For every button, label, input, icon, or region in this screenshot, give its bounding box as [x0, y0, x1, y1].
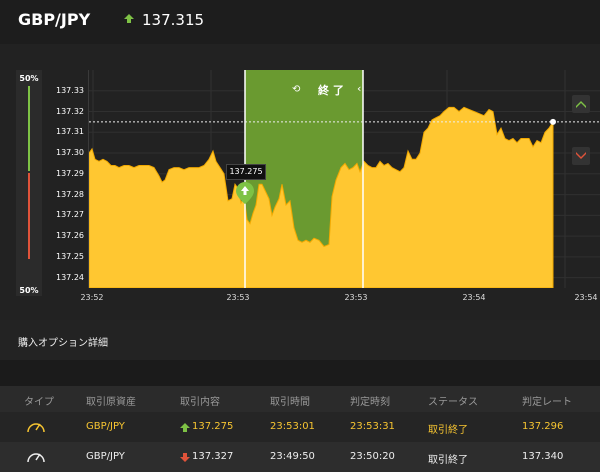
band-end-label: 終 了 — [318, 84, 344, 97]
y-tick-label: 137.33 — [56, 85, 84, 95]
up-arrow-icon — [124, 14, 134, 23]
meter-bottom-label: 50% — [19, 286, 39, 295]
section-header: 購入オプション詳細 — [0, 320, 600, 360]
cell-rate: 137.340 — [522, 451, 564, 462]
x-tick-label: 23:53 — [226, 293, 250, 302]
entry-marker-icon — [236, 182, 254, 204]
th-rate: 判定レート — [522, 397, 572, 408]
section-title: 購入オプション詳細 — [18, 338, 108, 349]
y-tick-label: 137.24 — [56, 272, 84, 282]
table-row[interactable]: GBP/JPY 137.275 23:53:01 23:53:31 取引終了 1… — [0, 412, 600, 442]
cell-content: 137.327 — [192, 451, 234, 462]
y-tick-label: 137.27 — [56, 210, 84, 220]
current-price: 137.315 — [142, 11, 205, 29]
history-icon: ⟲ — [292, 84, 301, 95]
meter-top-label: 50% — [19, 74, 39, 83]
price-chart[interactable] — [88, 70, 600, 289]
cell-content: 137.275 — [192, 421, 234, 432]
table-row[interactable]: GBP/JPY 137.327 23:49:50 23:50:20 取引終了 1… — [0, 442, 600, 472]
options-table: タイプ 取引原資産 取引内容 取引時間 判定時刻 ステータス 判定レート GBP… — [0, 360, 600, 472]
current-price-dot — [550, 118, 556, 125]
sentiment-meter: 50% 50% — [16, 70, 42, 296]
y-tick-label: 137.29 — [56, 168, 84, 178]
chevron-left-icon: ‹ — [357, 82, 362, 95]
x-tick-label: 23:53 — [344, 293, 368, 302]
header-bar: GBP/JPY 137.315 — [0, 0, 600, 45]
x-tick-label: 23:54 — [574, 293, 598, 302]
entry-price-tooltip: 137.275 — [226, 164, 266, 180]
th-judge-time: 判定時刻 — [350, 397, 390, 408]
th-trade-time: 取引時間 — [270, 397, 310, 408]
cell-status: 取引終了 — [428, 455, 468, 466]
down-chevron-icon — [576, 152, 586, 159]
x-tick-label: 23:52 — [80, 293, 104, 302]
up-arrow-icon — [180, 423, 190, 432]
y-tick-label: 137.28 — [56, 189, 84, 199]
cell-trade-time: 23:49:50 — [270, 451, 315, 462]
th-content: 取引内容 — [180, 397, 220, 408]
x-axis: 23:52 23:53 23:53 23:54 23:54 — [80, 288, 600, 320]
y-tick-label: 137.32 — [56, 106, 84, 116]
meter-down-bar — [28, 173, 30, 259]
y-tick-label: 137.31 — [56, 127, 84, 137]
y-tick-label: 137.26 — [56, 231, 84, 241]
cell-judge-time: 23:50:20 — [350, 451, 395, 462]
cell-asset: GBP/JPY — [86, 421, 125, 432]
th-status: ステータス — [428, 397, 478, 408]
th-asset: 取引原資産 — [86, 397, 136, 408]
price-chart-svg — [88, 70, 600, 289]
y-tick-label: 137.25 — [56, 251, 84, 261]
meter-up-bar — [28, 86, 30, 171]
gauge-icon — [27, 453, 45, 463]
call-button[interactable] — [572, 95, 590, 113]
cell-judge-time: 23:53:31 — [350, 421, 395, 432]
y-axis: 137.33 137.32 137.31 137.30 137.29 137.28 137.… — [44, 70, 88, 300]
cell-rate: 137.296 — [522, 421, 564, 432]
th-type: タイプ — [24, 397, 54, 408]
y-tick-label: 137.30 — [56, 148, 84, 158]
gauge-icon — [27, 423, 45, 433]
up-chevron-icon — [576, 101, 586, 108]
cell-trade-time: 23:53:01 — [270, 421, 315, 432]
put-button[interactable] — [572, 147, 590, 165]
table-header: タイプ 取引原資産 取引内容 取引時間 判定時刻 ステータス 判定レート — [0, 386, 600, 412]
chart-area: 50% 50% × 137.33137.32137.31137.30137.29… — [0, 44, 600, 332]
down-arrow-icon — [180, 453, 190, 462]
asset-pair: GBP/JPY — [18, 10, 91, 29]
cell-status: 取引終了 — [428, 425, 468, 436]
x-tick-label: 23:54 — [462, 293, 486, 302]
cell-asset: GBP/JPY — [86, 451, 125, 462]
